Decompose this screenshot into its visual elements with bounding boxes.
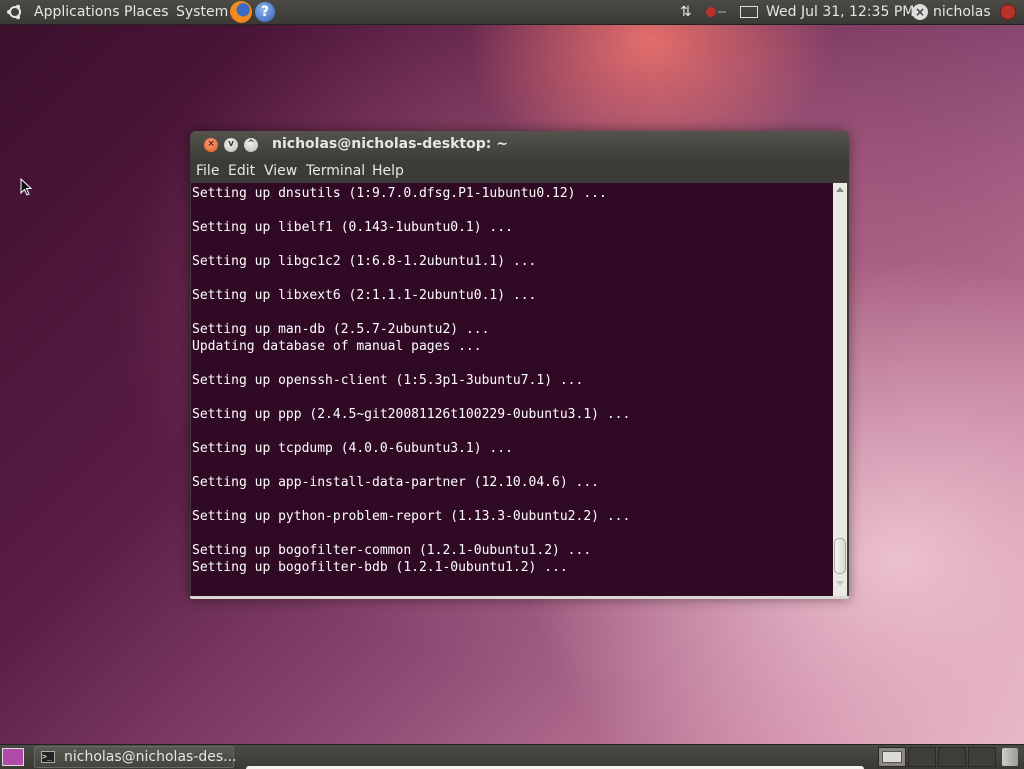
terminal-window[interactable]: × v ^ nicholas@nicholas-desktop: ~ File … xyxy=(190,131,849,599)
terminal-output[interactable]: Setting up dnsutils (1:9.7.0.dfsg.P1-1ub… xyxy=(191,183,833,596)
firefox-icon[interactable] xyxy=(230,1,252,23)
clock[interactable]: Wed Jul 31, 12:35 PM xyxy=(766,3,914,21)
menu-terminal[interactable]: Terminal xyxy=(306,163,365,179)
terminal-line: Setting up libgc1c2 (1:6.8-1.2ubuntu1.1)… xyxy=(192,254,537,269)
workspace-4[interactable] xyxy=(968,747,996,767)
scroll-down-arrow-icon[interactable] xyxy=(836,581,844,586)
workspace-2[interactable] xyxy=(908,747,936,767)
terminal-line: Setting up libelf1 (0.143-1ubuntu0.1) ..… xyxy=(192,220,513,235)
window-titlebar[interactable]: × v ^ nicholas@nicholas-desktop: ~ xyxy=(190,131,849,159)
vertical-scrollbar[interactable] xyxy=(833,183,847,596)
maximize-button[interactable]: ^ xyxy=(244,138,258,152)
bluetooth-icon[interactable] xyxy=(704,5,728,19)
menu-file[interactable]: File xyxy=(196,163,219,179)
workspace-3[interactable] xyxy=(938,747,966,767)
trash-icon[interactable] xyxy=(1002,748,1018,766)
workspace-window-thumbnail xyxy=(882,751,902,763)
network-icon[interactable]: ⇅ xyxy=(680,4,698,20)
menu-help[interactable]: Help xyxy=(372,163,404,179)
workspace-1[interactable] xyxy=(878,747,906,767)
terminal-icon: >_ xyxy=(41,751,55,763)
terminal-line: Setting up bogofilter-common (1.2.1-0ubu… xyxy=(192,543,592,558)
minimize-button[interactable]: v xyxy=(224,138,238,152)
terminal-line: Setting up app-install-data-partner (12.… xyxy=(192,475,599,490)
terminal-line: Setting up dnsutils (1:9.7.0.dfsg.P1-1ub… xyxy=(192,186,607,201)
user-name[interactable]: nicholas xyxy=(933,3,991,21)
bottom-panel: >_ nicholas@nicholas-des... xyxy=(0,744,1024,769)
menu-edit[interactable]: Edit xyxy=(228,163,255,179)
power-icon[interactable] xyxy=(1000,4,1016,20)
ubuntu-logo-icon[interactable] xyxy=(6,3,24,21)
applications-menu[interactable]: Applications xyxy=(34,3,120,21)
system-menu[interactable]: System xyxy=(176,3,228,21)
terminal-lines: Setting up dnsutils (1:9.7.0.dfsg.P1-1ub… xyxy=(192,185,630,576)
menu-bar: File Edit View Terminal Help xyxy=(190,159,849,183)
terminal-line: Setting up python-problem-report (1.13.3… xyxy=(192,509,631,524)
terminal-line: Setting up tcpdump (4.0.0-6ubuntu3.1) ..… xyxy=(192,441,513,456)
scrollbar-thumb[interactable] xyxy=(834,538,846,574)
terminal-line: Updating database of manual pages ... xyxy=(192,339,482,354)
mail-icon[interactable] xyxy=(740,6,758,18)
places-menu[interactable]: Places xyxy=(124,3,169,21)
user-icon[interactable]: × xyxy=(912,4,928,20)
terminal-line: Setting up libxext6 (2:1.1.1-2ubuntu0.1)… xyxy=(192,288,537,303)
menu-view[interactable]: View xyxy=(264,163,297,179)
window-bottom-edge xyxy=(190,596,849,599)
scroll-up-arrow-icon[interactable] xyxy=(836,187,844,192)
close-button[interactable]: × xyxy=(204,138,218,152)
help-icon[interactable]: ? xyxy=(255,2,275,22)
terminal-line: Setting up bogofilter-bdb (1.2.1-0ubuntu… xyxy=(192,560,568,575)
top-panel: Applications Places System ? ⇅ Wed Jul 3… xyxy=(0,0,1024,25)
terminal-line: Setting up ppp (2.4.5~git20081126t100229… xyxy=(192,407,631,422)
taskbar-terminal-label: nicholas@nicholas-des... xyxy=(64,749,237,765)
terminal-line: Setting up openssh-client (1:5.3p1-3ubun… xyxy=(192,373,584,388)
taskbar-terminal-button[interactable]: >_ nicholas@nicholas-des... xyxy=(34,746,237,768)
show-desktop-icon[interactable] xyxy=(2,748,24,766)
mouse-pointer-icon xyxy=(20,178,32,196)
window-title: nicholas@nicholas-desktop: ~ xyxy=(272,136,508,152)
terminal-line: Setting up man-db (2.5.7-2ubuntu2) ... xyxy=(192,322,490,337)
